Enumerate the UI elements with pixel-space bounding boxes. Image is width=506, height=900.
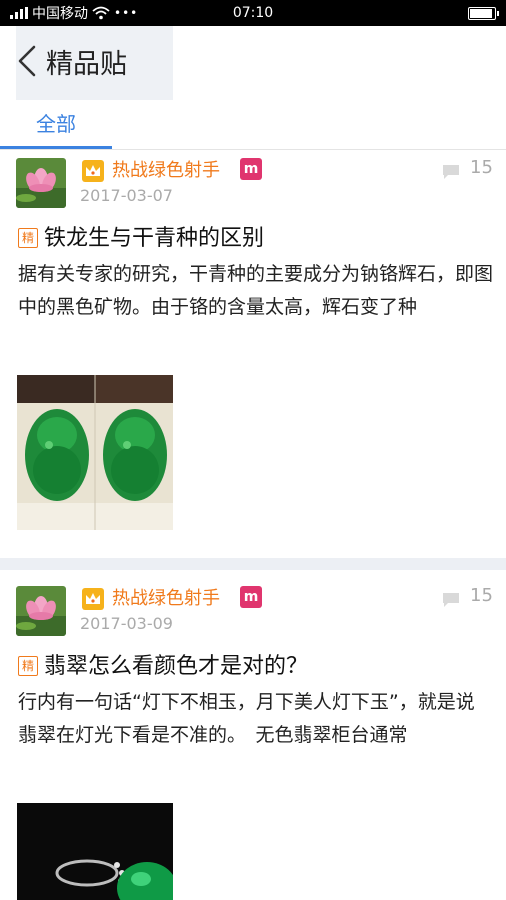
post-item[interactable]: 热战绿色射手 m 15 2017-03-09 精 翡翠怎么看颜色才是对的？ 行内…: [0, 578, 506, 900]
featured-tag: 精: [18, 656, 38, 676]
crown-icon: [82, 160, 104, 182]
lotus-avatar-image: [16, 158, 66, 208]
comment-count: 15: [470, 157, 493, 178]
jade-pendant-image: [17, 375, 173, 530]
status-bar: 中国移动 ••• 07:10: [0, 0, 506, 26]
post-excerpt: 行内有一句话“灯下不相玉，月下美人灯下玉”，就是说翡翠在灯光下看是不准的。 无色…: [18, 691, 475, 746]
status-left: 中国移动 •••: [10, 3, 138, 23]
author-name[interactable]: 热战绿色射手: [112, 156, 220, 182]
comment-icon: [443, 593, 459, 607]
lotus-avatar-image: [16, 586, 66, 636]
signal-icon: [10, 7, 28, 19]
jade-ring-image: [17, 803, 173, 900]
post-thumbnail[interactable]: [17, 803, 173, 900]
battery-icon: [468, 6, 499, 20]
status-right: [468, 6, 499, 20]
medal-badge: m: [240, 158, 262, 180]
post-excerpt: 据有关专家的研究，干青种的主要成分为钠铬辉石，即图中的黑色矿物。由于铬的含量太高…: [18, 263, 494, 318]
post-title[interactable]: 翡翠怎么看颜色才是对的？: [44, 648, 308, 680]
crown-icon: [82, 588, 104, 610]
post-title[interactable]: 铁龙生与干青种的区别: [44, 220, 264, 252]
featured-tag: 精: [18, 228, 38, 248]
avatar[interactable]: [16, 586, 66, 636]
more-dots-icon: •••: [114, 6, 139, 20]
wifi-icon: [92, 6, 110, 20]
comment-count: 15: [470, 585, 493, 606]
medal-badge: m: [240, 586, 262, 608]
avatar[interactable]: [16, 158, 66, 208]
tab-all[interactable]: 全部: [0, 100, 112, 150]
author-name[interactable]: 热战绿色射手: [112, 584, 220, 610]
post-thumbnail[interactable]: [17, 375, 173, 530]
post-date: 2017-03-07: [80, 186, 173, 205]
section-divider: [0, 558, 506, 570]
tab-bar: 全部: [0, 100, 506, 150]
carrier-name: 中国移动: [32, 6, 88, 22]
comment-icon: [443, 165, 459, 179]
back-icon[interactable]: [14, 44, 40, 78]
header: 精品贴: [0, 26, 506, 101]
page-title: 精品贴: [46, 49, 127, 80]
post-date: 2017-03-09: [80, 614, 173, 633]
post-item[interactable]: 热战绿色射手 m 15 2017-03-07 精 铁龙生与干青种的区别 据有关专…: [0, 150, 506, 558]
